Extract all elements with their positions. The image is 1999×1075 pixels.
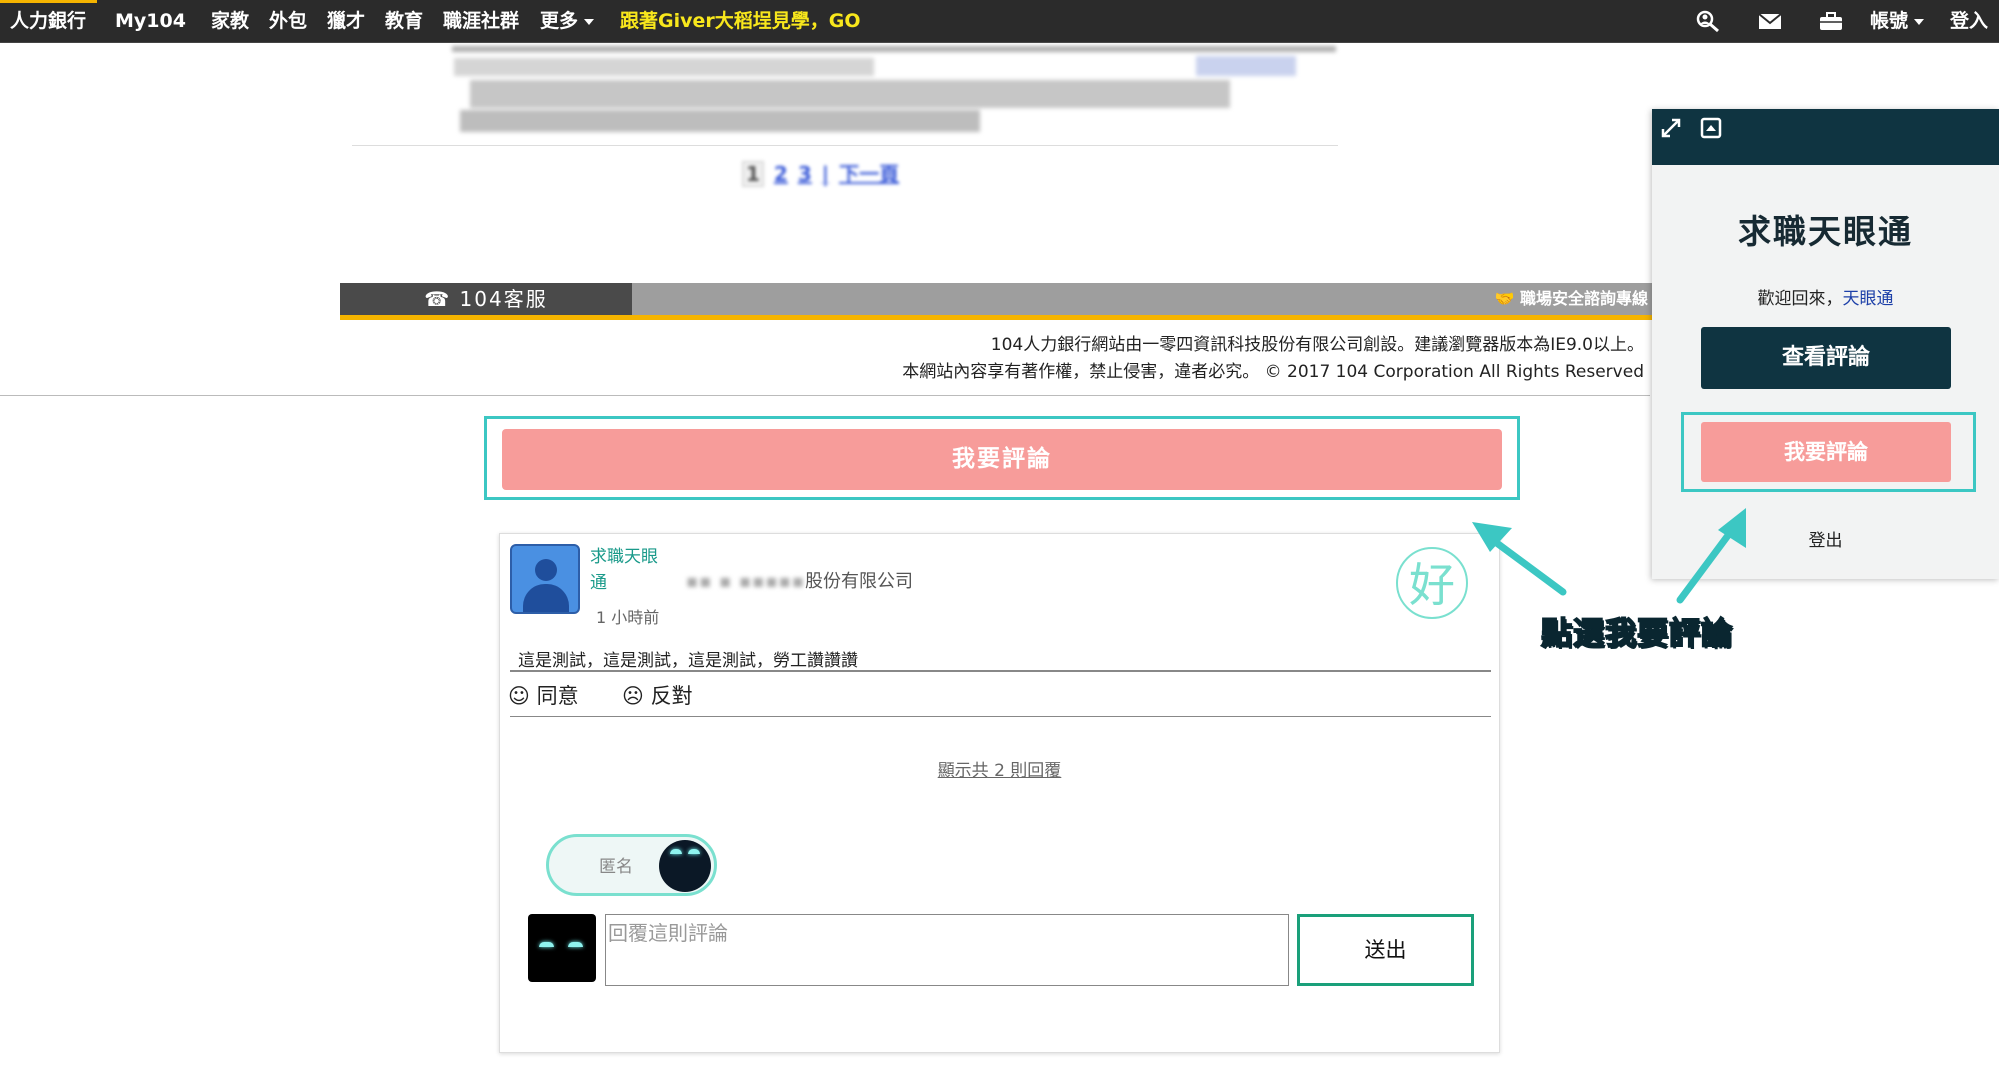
arrow-to-main-button (1472, 522, 1567, 596)
annotation-arrows (1472, 508, 1746, 604)
instruction-annotation: 點選我要評論 (1540, 615, 1733, 653)
arrow-to-panel-button (1676, 508, 1746, 604)
